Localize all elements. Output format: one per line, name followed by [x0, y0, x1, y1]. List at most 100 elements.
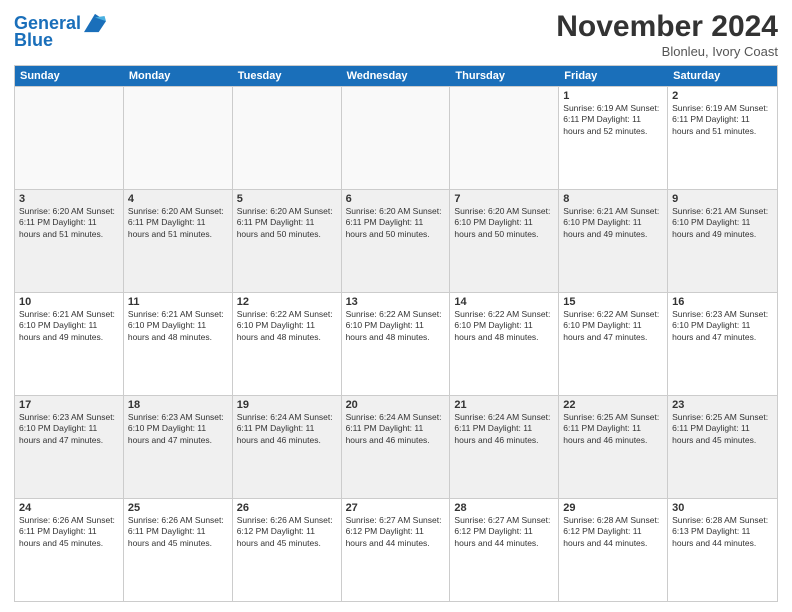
cell-detail: Sunrise: 6:23 AM Sunset: 6:10 PM Dayligh… — [128, 412, 228, 446]
cal-cell-w5-d5: 28Sunrise: 6:27 AM Sunset: 6:12 PM Dayli… — [450, 499, 559, 601]
cell-detail: Sunrise: 6:22 AM Sunset: 6:10 PM Dayligh… — [454, 309, 554, 343]
day-number: 11 — [128, 296, 228, 308]
calendar-body: 1 Sunrise: 6:19 AM Sunset: 6:11 PM Daylig… — [15, 86, 777, 601]
cal-cell-w3-d4: 13Sunrise: 6:22 AM Sunset: 6:10 PM Dayli… — [342, 293, 451, 395]
cal-cell-w3-d6: 15Sunrise: 6:22 AM Sunset: 6:10 PM Dayli… — [559, 293, 668, 395]
cell-detail: Sunrise: 6:21 AM Sunset: 6:10 PM Dayligh… — [128, 309, 228, 343]
day-number: 9 — [672, 193, 773, 205]
day-number: 15 — [563, 296, 663, 308]
cal-cell-w4-d2: 18Sunrise: 6:23 AM Sunset: 6:10 PM Dayli… — [124, 396, 233, 498]
calendar-week-5: 24Sunrise: 6:26 AM Sunset: 6:11 PM Dayli… — [15, 498, 777, 601]
cal-cell-w5-d7: 30Sunrise: 6:28 AM Sunset: 6:13 PM Dayli… — [668, 499, 777, 601]
cal-cell-w3-d2: 11Sunrise: 6:21 AM Sunset: 6:10 PM Dayli… — [124, 293, 233, 395]
day-number: 8 — [563, 193, 663, 205]
day-number: 10 — [19, 296, 119, 308]
day-number: 5 — [237, 193, 337, 205]
day-number: 2 — [672, 90, 773, 102]
day-number: 25 — [128, 502, 228, 514]
logo: General Blue — [14, 14, 106, 51]
day-number: 23 — [672, 399, 773, 411]
cell-detail: Sunrise: 6:23 AM Sunset: 6:10 PM Dayligh… — [672, 309, 773, 343]
cell-detail: Sunrise: 6:25 AM Sunset: 6:11 PM Dayligh… — [563, 412, 663, 446]
cell-detail: Sunrise: 6:19 AM Sunset: 6:11 PM Dayligh… — [672, 103, 773, 137]
cell-detail: Sunrise: 6:20 AM Sunset: 6:11 PM Dayligh… — [19, 206, 119, 240]
cal-cell-w5-d6: 29Sunrise: 6:28 AM Sunset: 6:12 PM Dayli… — [559, 499, 668, 601]
cal-cell-w4-d5: 21Sunrise: 6:24 AM Sunset: 6:11 PM Dayli… — [450, 396, 559, 498]
cal-cell-w3-d7: 16Sunrise: 6:23 AM Sunset: 6:10 PM Dayli… — [668, 293, 777, 395]
cal-cell-w4-d4: 20Sunrise: 6:24 AM Sunset: 6:11 PM Dayli… — [342, 396, 451, 498]
cal-cell-w4-d6: 22Sunrise: 6:25 AM Sunset: 6:11 PM Dayli… — [559, 396, 668, 498]
cell-detail: Sunrise: 6:27 AM Sunset: 6:12 PM Dayligh… — [454, 515, 554, 549]
day-number: 28 — [454, 502, 554, 514]
day-number: 17 — [19, 399, 119, 411]
cal-cell-w3-d1: 10Sunrise: 6:21 AM Sunset: 6:10 PM Dayli… — [15, 293, 124, 395]
cell-detail: Sunrise: 6:23 AM Sunset: 6:10 PM Dayligh… — [19, 412, 119, 446]
cal-cell-w2-d4: 6Sunrise: 6:20 AM Sunset: 6:11 PM Daylig… — [342, 190, 451, 292]
header-thursday: Thursday — [450, 66, 559, 86]
cal-cell-w2-d7: 9Sunrise: 6:21 AM Sunset: 6:10 PM Daylig… — [668, 190, 777, 292]
calendar-header: Sunday Monday Tuesday Wednesday Thursday… — [15, 66, 777, 86]
cell-detail: Sunrise: 6:27 AM Sunset: 6:12 PM Dayligh… — [346, 515, 446, 549]
day-number: 27 — [346, 502, 446, 514]
cal-cell-w2-d6: 8Sunrise: 6:21 AM Sunset: 6:10 PM Daylig… — [559, 190, 668, 292]
cal-cell-w5-d1: 24Sunrise: 6:26 AM Sunset: 6:11 PM Dayli… — [15, 499, 124, 601]
cal-cell-w1-d6: 1Sunrise: 6:19 AM Sunset: 6:11 PM Daylig… — [559, 87, 668, 189]
cell-detail: Sunrise: 6:28 AM Sunset: 6:13 PM Dayligh… — [672, 515, 773, 549]
calendar-week-2: 3Sunrise: 6:20 AM Sunset: 6:11 PM Daylig… — [15, 189, 777, 292]
day-number: 21 — [454, 399, 554, 411]
cal-cell-w5-d4: 27Sunrise: 6:27 AM Sunset: 6:12 PM Dayli… — [342, 499, 451, 601]
cal-cell-w2-d1: 3Sunrise: 6:20 AM Sunset: 6:11 PM Daylig… — [15, 190, 124, 292]
cell-detail: Sunrise: 6:26 AM Sunset: 6:11 PM Dayligh… — [19, 515, 119, 549]
logo-text-blue: Blue — [14, 31, 53, 51]
day-number: 22 — [563, 399, 663, 411]
month-title: November 2024 — [556, 10, 778, 44]
cal-cell-w2-d5: 7Sunrise: 6:20 AM Sunset: 6:10 PM Daylig… — [450, 190, 559, 292]
header-friday: Friday — [559, 66, 668, 86]
cal-cell-w3-d5: 14Sunrise: 6:22 AM Sunset: 6:10 PM Dayli… — [450, 293, 559, 395]
cell-detail: Sunrise: 6:22 AM Sunset: 6:10 PM Dayligh… — [563, 309, 663, 343]
cell-detail: Sunrise: 6:20 AM Sunset: 6:10 PM Dayligh… — [454, 206, 554, 240]
cal-cell-w5-d3: 26Sunrise: 6:26 AM Sunset: 6:12 PM Dayli… — [233, 499, 342, 601]
cell-detail: Sunrise: 6:25 AM Sunset: 6:11 PM Dayligh… — [672, 412, 773, 446]
cal-cell-w1-d3 — [233, 87, 342, 189]
day-number: 20 — [346, 399, 446, 411]
day-number: 26 — [237, 502, 337, 514]
day-number: 1 — [563, 90, 663, 102]
day-number: 19 — [237, 399, 337, 411]
cal-cell-w1-d1 — [15, 87, 124, 189]
header-tuesday: Tuesday — [233, 66, 342, 86]
day-number: 18 — [128, 399, 228, 411]
cal-cell-w1-d7: 2Sunrise: 6:19 AM Sunset: 6:11 PM Daylig… — [668, 87, 777, 189]
day-number: 13 — [346, 296, 446, 308]
calendar: Sunday Monday Tuesday Wednesday Thursday… — [14, 65, 778, 602]
cell-detail: Sunrise: 6:22 AM Sunset: 6:10 PM Dayligh… — [237, 309, 337, 343]
header-sunday: Sunday — [15, 66, 124, 86]
day-number: 12 — [237, 296, 337, 308]
day-number: 3 — [19, 193, 119, 205]
day-number: 16 — [672, 296, 773, 308]
header-wednesday: Wednesday — [342, 66, 451, 86]
day-number: 29 — [563, 502, 663, 514]
day-number: 30 — [672, 502, 773, 514]
page: General Blue November 2024 Blonleu, Ivor… — [0, 0, 792, 612]
cell-detail: Sunrise: 6:21 AM Sunset: 6:10 PM Dayligh… — [672, 206, 773, 240]
calendar-week-1: 1 Sunrise: 6:19 AM Sunset: 6:11 PM Daylig… — [15, 86, 777, 189]
cell-detail: Sunrise: 6:26 AM Sunset: 6:12 PM Dayligh… — [237, 515, 337, 549]
cell-detail: Sunrise: 6:22 AM Sunset: 6:10 PM Dayligh… — [346, 309, 446, 343]
cal-cell-w3-d3: 12Sunrise: 6:22 AM Sunset: 6:10 PM Dayli… — [233, 293, 342, 395]
day-number: 7 — [454, 193, 554, 205]
cal-cell-w2-d3: 5Sunrise: 6:20 AM Sunset: 6:11 PM Daylig… — [233, 190, 342, 292]
header-saturday: Saturday — [668, 66, 777, 86]
day-number: 6 — [346, 193, 446, 205]
cell-detail: Sunrise: 6:24 AM Sunset: 6:11 PM Dayligh… — [346, 412, 446, 446]
day-number: 24 — [19, 502, 119, 514]
cal-cell-w2-d2: 4Sunrise: 6:20 AM Sunset: 6:11 PM Daylig… — [124, 190, 233, 292]
logo-icon — [84, 12, 106, 34]
header-monday: Monday — [124, 66, 233, 86]
cell-detail: Sunrise: 6:20 AM Sunset: 6:11 PM Dayligh… — [346, 206, 446, 240]
cell-detail: Sunrise: 6:21 AM Sunset: 6:10 PM Dayligh… — [19, 309, 119, 343]
cell-detail: Sunrise: 6:20 AM Sunset: 6:11 PM Dayligh… — [237, 206, 337, 240]
location: Blonleu, Ivory Coast — [556, 44, 778, 59]
cal-cell-w1-d5 — [450, 87, 559, 189]
title-block: November 2024 Blonleu, Ivory Coast — [556, 10, 778, 59]
